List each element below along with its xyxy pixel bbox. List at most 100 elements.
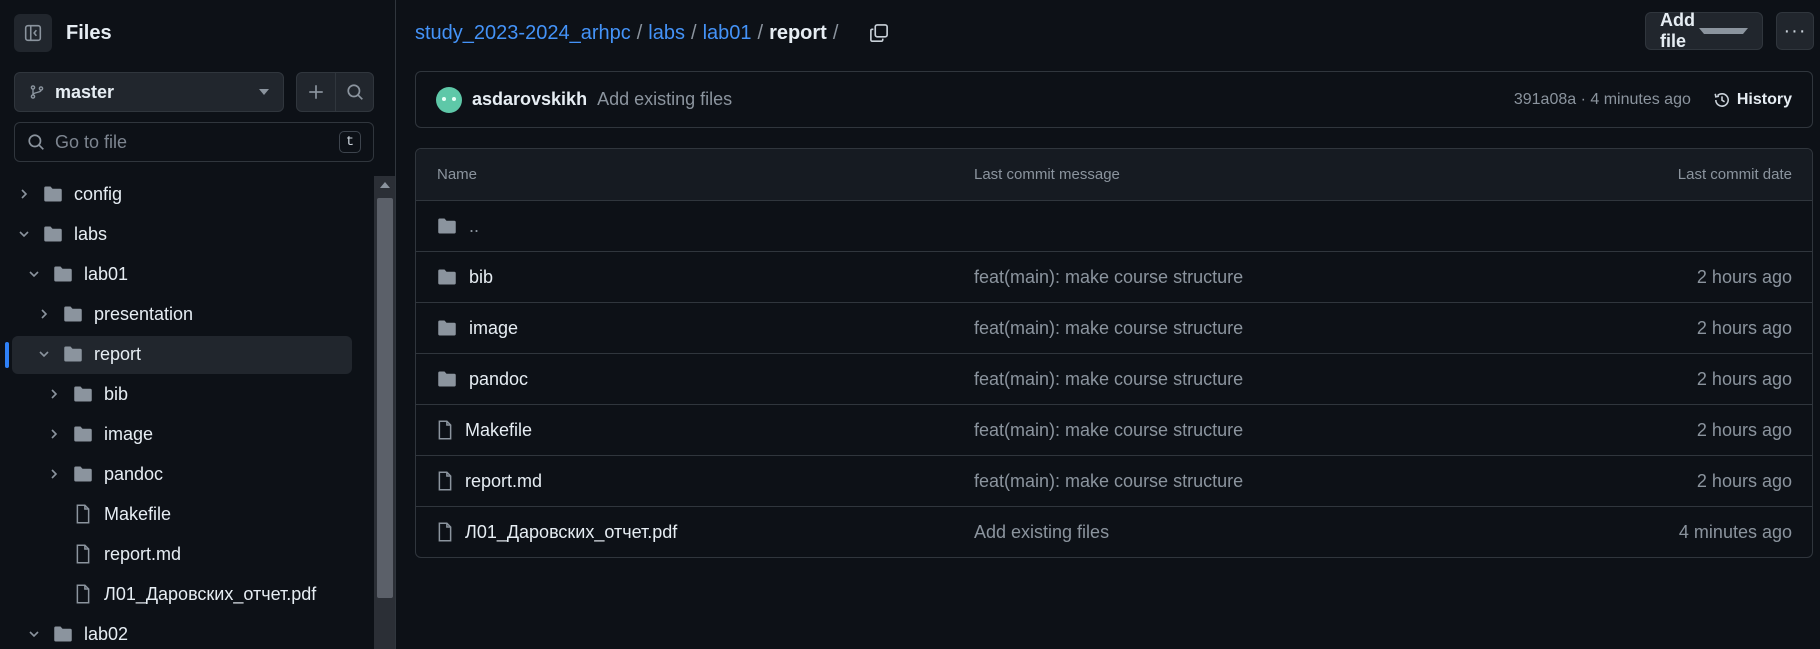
- tree-toggle[interactable]: [34, 304, 54, 324]
- tree-toggle[interactable]: [44, 464, 64, 484]
- tree-item-label: bib: [104, 383, 129, 404]
- folder-icon: [74, 386, 92, 402]
- add-file-label: Add file: [1660, 10, 1695, 51]
- avatar[interactable]: [436, 86, 462, 113]
- copy-path-button[interactable]: [866, 20, 892, 46]
- breadcrumb-repo-link[interactable]: study_2023-2024_arhpc: [415, 22, 631, 45]
- latest-commit-bar: asdarovskikh Add existing files 391a08a …: [415, 71, 1813, 128]
- table-row[interactable]: image feat(main): make course structure 2 …: [416, 303, 1812, 354]
- tree-toggle[interactable]: [14, 184, 34, 204]
- commit-message[interactable]: Add existing files: [597, 89, 1514, 110]
- table-header: Name Last commit message Last commit dat…: [416, 149, 1812, 201]
- tree-toggle: [44, 544, 64, 564]
- tree-toggle[interactable]: [24, 264, 44, 284]
- tree-item-lab02[interactable]: lab02: [0, 616, 374, 649]
- table-row[interactable]: Makefile feat(main): make course structur…: [416, 405, 1812, 456]
- file-name-link[interactable]: Makefile: [465, 420, 532, 441]
- table-row[interactable]: bib feat(main): make course structure 2 ho…: [416, 252, 1812, 303]
- row-commit-date: 2 hours ago: [1696, 317, 1792, 338]
- folder-icon: [438, 218, 456, 234]
- sidebar-action-buttons: [296, 72, 374, 112]
- scroll-up-arrow-icon[interactable]: [380, 182, 390, 188]
- history-icon: [1714, 92, 1729, 107]
- tree-item-presentation[interactable]: presentation: [0, 296, 374, 332]
- folder-icon: [44, 186, 62, 202]
- file-name-link[interactable]: pandoc: [469, 369, 528, 390]
- header-last-commit-message: Last commit message: [974, 166, 1120, 183]
- tree-toggle[interactable]: [24, 624, 44, 644]
- parent-directory-row[interactable]: ..: [416, 201, 1812, 252]
- search-icon: [28, 134, 44, 150]
- tree-item-lab01[interactable]: lab01: [0, 256, 374, 292]
- parent-directory-link[interactable]: ..: [469, 216, 479, 237]
- tree-toggle: [44, 584, 64, 604]
- add-file-button[interactable]: [297, 73, 335, 111]
- folder-icon: [64, 346, 82, 362]
- sidebar-collapse-icon: [24, 24, 42, 42]
- row-commit-message[interactable]: Add existing files: [974, 522, 1534, 543]
- branch-selector[interactable]: master: [14, 72, 284, 112]
- tree-item-label: labs: [74, 223, 108, 244]
- tree-toggle[interactable]: [44, 424, 64, 444]
- sidebar-scrollbar[interactable]: [374, 176, 395, 649]
- tree-item-label: image: [104, 423, 154, 444]
- tree-item-л01-даровских-отчет-pdf[interactable]: Л01_Даровских_отчет.pdf: [0, 576, 374, 612]
- tree-item-label: report: [94, 343, 142, 364]
- row-commit-message[interactable]: feat(main): make course structure: [974, 318, 1534, 339]
- file-icon: [76, 504, 90, 524]
- file-name-link[interactable]: Л01_Даровских_отчет.pdf: [465, 522, 677, 543]
- table-row[interactable]: report.md feat(main): make course structu…: [416, 456, 1812, 507]
- table-row[interactable]: pandoc feat(main): make course structure 2…: [416, 354, 1812, 405]
- tree-item-pandoc[interactable]: pandoc: [0, 456, 374, 492]
- search-code-button[interactable]: [335, 73, 373, 111]
- row-commit-message[interactable]: feat(main): make course structure: [974, 420, 1534, 441]
- branch-name: master: [55, 81, 115, 102]
- breadcrumb-lab01-link[interactable]: lab01: [703, 22, 752, 45]
- tree-toggle[interactable]: [14, 224, 34, 244]
- tree-item-label: report.md: [104, 543, 182, 564]
- git-branch-icon: [30, 85, 44, 99]
- header-last-commit-date: Last commit date: [1677, 166, 1792, 183]
- row-commit-date: 2 hours ago: [1696, 266, 1792, 287]
- folder-icon: [54, 266, 72, 282]
- header-name: Name: [437, 166, 478, 183]
- file-name-link[interactable]: image: [469, 318, 518, 339]
- folder-icon: [64, 306, 82, 322]
- app-root: Files master t config labs lab01 presentati…: [0, 0, 1820, 649]
- commit-author[interactable]: asdarovskikh: [472, 89, 587, 110]
- table-row[interactable]: Л01_Даровских_отчет.pdf Add existing file…: [416, 507, 1812, 557]
- commit-hash-time[interactable]: 391a08a · 4 minutes ago: [1514, 91, 1691, 109]
- breadcrumb-labs-link[interactable]: labs: [648, 22, 685, 45]
- row-commit-message[interactable]: feat(main): make course structure: [974, 369, 1534, 390]
- row-commit-message[interactable]: feat(main): make course structure: [974, 471, 1534, 492]
- tree-item-config[interactable]: config: [0, 176, 374, 212]
- chevron-right-icon: [21, 189, 28, 199]
- collapse-sidebar-button[interactable]: [14, 14, 52, 52]
- file-listing-table: Name Last commit message Last commit dat…: [415, 148, 1813, 558]
- tree-item-label: presentation: [94, 303, 194, 324]
- file-name-link[interactable]: bib: [469, 267, 493, 288]
- tree-item-labs[interactable]: labs: [0, 216, 374, 252]
- tree-item-makefile[interactable]: Makefile: [0, 496, 374, 532]
- tree-item-image[interactable]: image: [0, 416, 374, 452]
- tree-item-report[interactable]: report: [0, 336, 374, 374]
- folder-icon: [44, 226, 62, 242]
- tree-toggle[interactable]: [44, 384, 64, 404]
- scrollbar-thumb[interactable]: [377, 198, 393, 598]
- go-to-file-input[interactable]: [55, 131, 339, 153]
- folder-icon: [74, 426, 92, 442]
- tree-item-report-md[interactable]: report.md: [0, 536, 374, 572]
- more-options-button[interactable]: ···: [1776, 12, 1814, 50]
- folder-icon: [438, 320, 456, 336]
- chevron-right-icon: [51, 389, 58, 399]
- tree-item-bib[interactable]: bib: [0, 376, 374, 412]
- chevron-right-icon: [51, 469, 58, 479]
- tree-item-label: Л01_Даровских_отчет.pdf: [104, 583, 317, 604]
- file-name-link[interactable]: report.md: [465, 471, 542, 492]
- file-icon: [76, 544, 90, 564]
- row-commit-message[interactable]: feat(main): make course structure: [974, 267, 1534, 288]
- history-button[interactable]: History: [1713, 91, 1792, 109]
- tree-toggle[interactable]: [34, 344, 54, 364]
- folder-icon: [74, 466, 92, 482]
- add-file-dropdown[interactable]: Add file: [1645, 10, 1763, 51]
